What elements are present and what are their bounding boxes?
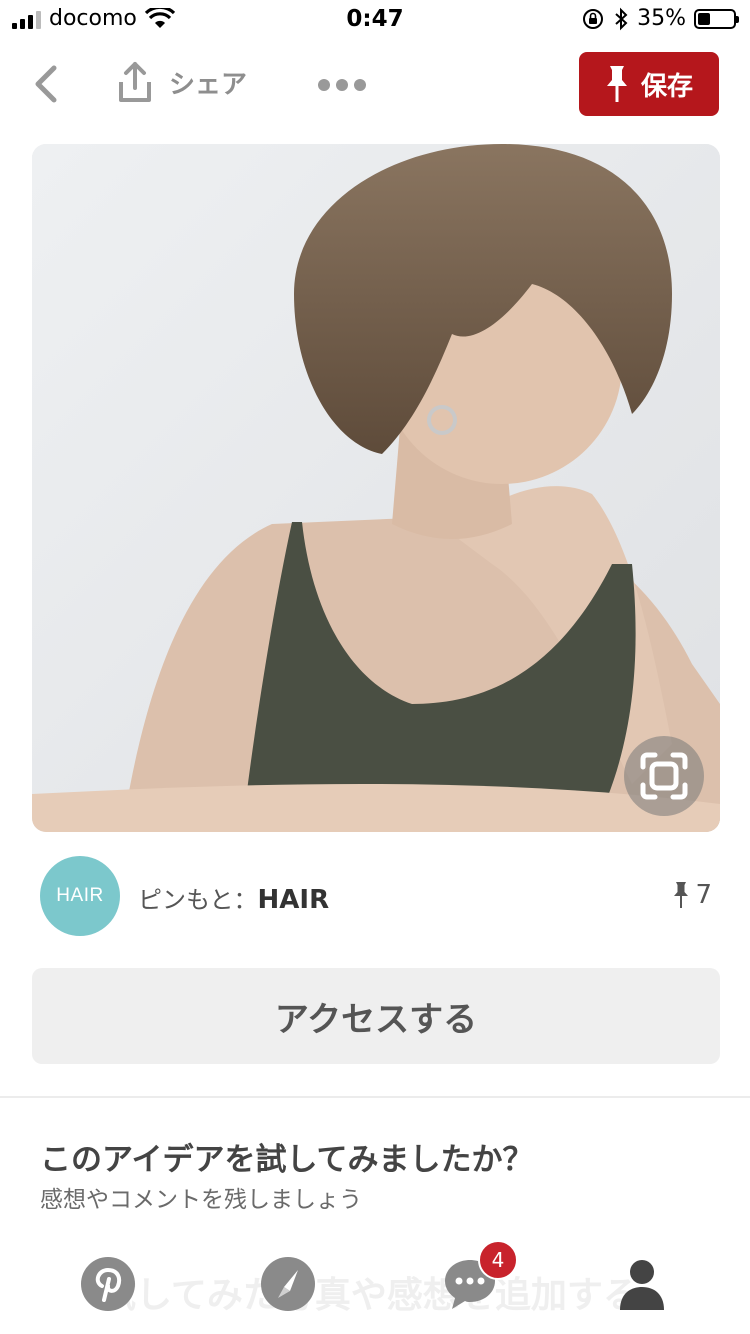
bluetooth-icon <box>615 7 628 30</box>
source-prefix: ピンもと： <box>138 886 258 914</box>
add-photo-prompt[interactable]: 試してみた写真や感想を追加する <box>100 1266 700 1318</box>
pin-count-icon <box>674 882 689 908</box>
tried-subtitle: 感想やコメントを残しましょう <box>40 1187 362 1213</box>
share-label: シェア <box>169 69 248 100</box>
pin-count-value: 7 <box>695 880 712 910</box>
source-name: HAIR <box>257 885 330 915</box>
pin-image[interactable] <box>32 144 720 832</box>
pin-count: 7 <box>673 880 712 910</box>
visual-search-button[interactable] <box>624 736 704 816</box>
save-button[interactable]: 保存 <box>579 52 719 116</box>
share-icon <box>119 62 151 102</box>
access-button[interactable]: アクセスする <box>32 968 720 1064</box>
pin-icon <box>606 66 627 102</box>
more-options-icon[interactable] <box>316 70 368 100</box>
pin-source[interactable]: ピンもと：HAIR <box>138 880 329 915</box>
battery-percent: 35% <box>637 6 686 31</box>
pinterest-home-icon[interactable] <box>80 1256 136 1312</box>
notification-badge: 4 <box>478 1240 518 1280</box>
battery-icon <box>694 8 739 29</box>
share-button[interactable]: シェア <box>115 60 247 104</box>
avatar-text: HAIR <box>56 885 104 906</box>
visual-search-icon <box>640 752 688 800</box>
access-label: アクセスする <box>274 999 478 1040</box>
section-divider <box>0 1096 750 1098</box>
top-toolbar: シェア 保存 <box>0 48 750 120</box>
save-label: 保存 <box>640 71 693 102</box>
back-button[interactable] <box>26 62 66 106</box>
status-bar: docomo 0:47 35% <box>0 0 750 40</box>
rotation-lock-icon <box>583 8 604 29</box>
explore-compass-icon[interactable] <box>260 1256 316 1312</box>
tried-title: このアイデアを試してみましたか？ <box>40 1142 534 1178</box>
source-avatar[interactable]: HAIR <box>40 856 120 936</box>
profile-icon[interactable] <box>614 1256 670 1312</box>
